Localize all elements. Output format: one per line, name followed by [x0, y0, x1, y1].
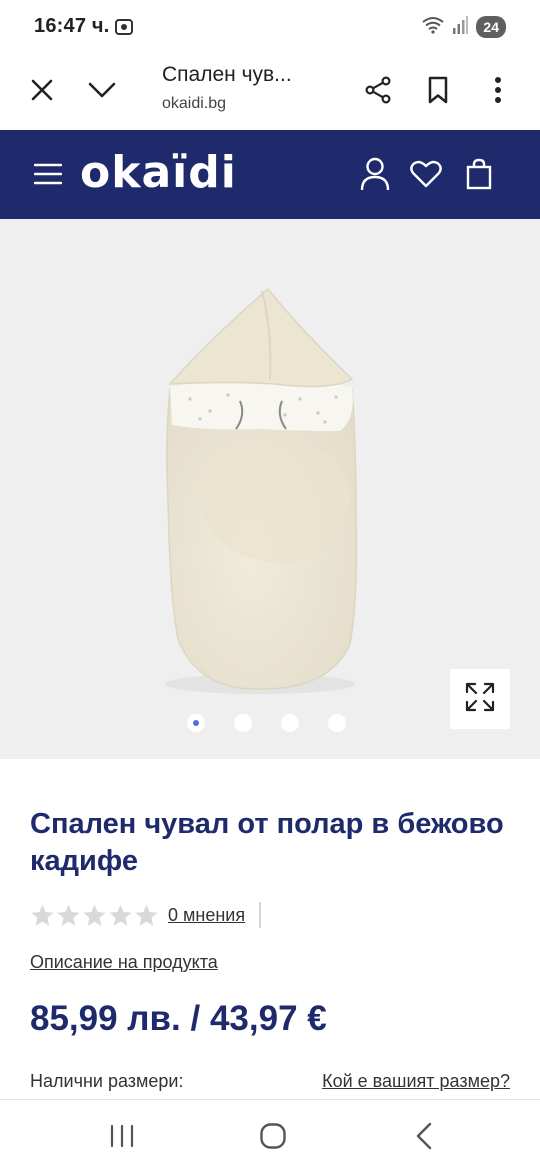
star-icon	[31, 904, 54, 926]
share-icon[interactable]	[358, 70, 398, 110]
battery-badge: 24	[476, 16, 506, 38]
bag-icon[interactable]	[457, 152, 501, 196]
product-price: 85,99 лв. / 43,97 €	[30, 999, 327, 1038]
status-time: 16:47 ч.	[34, 15, 110, 37]
star-icon	[135, 904, 158, 926]
carousel-dot[interactable]	[186, 714, 205, 732]
size-guide-link[interactable]: Кой е вашият размер?	[322, 1071, 510, 1092]
chevron-down-icon[interactable]	[82, 70, 122, 110]
back-icon[interactable]	[404, 1116, 444, 1156]
star-icon	[57, 904, 80, 926]
screen-record-icon	[114, 17, 134, 37]
home-icon[interactable]	[253, 1116, 293, 1156]
sizes-label: Налични размери:	[30, 1071, 184, 1091]
divider	[259, 902, 262, 928]
brand-logo[interactable]: okaïdi	[80, 148, 237, 198]
product-title: Спален чувал от полар в бежово кадифе	[30, 808, 504, 877]
browser-toolbar: Спален чув... okaidi.bg	[0, 56, 540, 130]
account-icon[interactable]	[353, 152, 397, 196]
more-vert-icon[interactable]	[478, 70, 518, 110]
carousel-dots	[0, 714, 540, 732]
signal-icon	[452, 15, 469, 39]
product-description-link[interactable]: Описание на продукта	[30, 952, 218, 973]
carousel-dot[interactable]	[327, 714, 346, 732]
wifi-icon	[422, 16, 445, 39]
star-icon	[109, 904, 132, 926]
site-header: okaïdi	[0, 130, 540, 219]
expand-icon	[465, 682, 495, 717]
system-nav-bar	[0, 1099, 540, 1170]
heart-icon[interactable]	[404, 152, 448, 196]
product-image-carousel[interactable]	[0, 219, 540, 759]
page-domain: okaidi.bg	[162, 95, 227, 112]
status-bar: 16:47 ч. 24	[0, 0, 540, 56]
star-icon	[83, 904, 106, 926]
status-right: 24	[422, 15, 506, 39]
page-title: Спален чув...	[162, 63, 292, 86]
reviews-link[interactable]: 0 мнения	[168, 905, 245, 926]
bookmark-icon[interactable]	[418, 70, 458, 110]
close-icon[interactable]	[22, 70, 62, 110]
carousel-dot[interactable]	[233, 714, 252, 732]
rating-row: 0 мнения	[30, 900, 262, 930]
menu-icon[interactable]	[26, 152, 70, 196]
recent-apps-icon[interactable]	[102, 1116, 142, 1156]
carousel-dot[interactable]	[280, 714, 299, 732]
